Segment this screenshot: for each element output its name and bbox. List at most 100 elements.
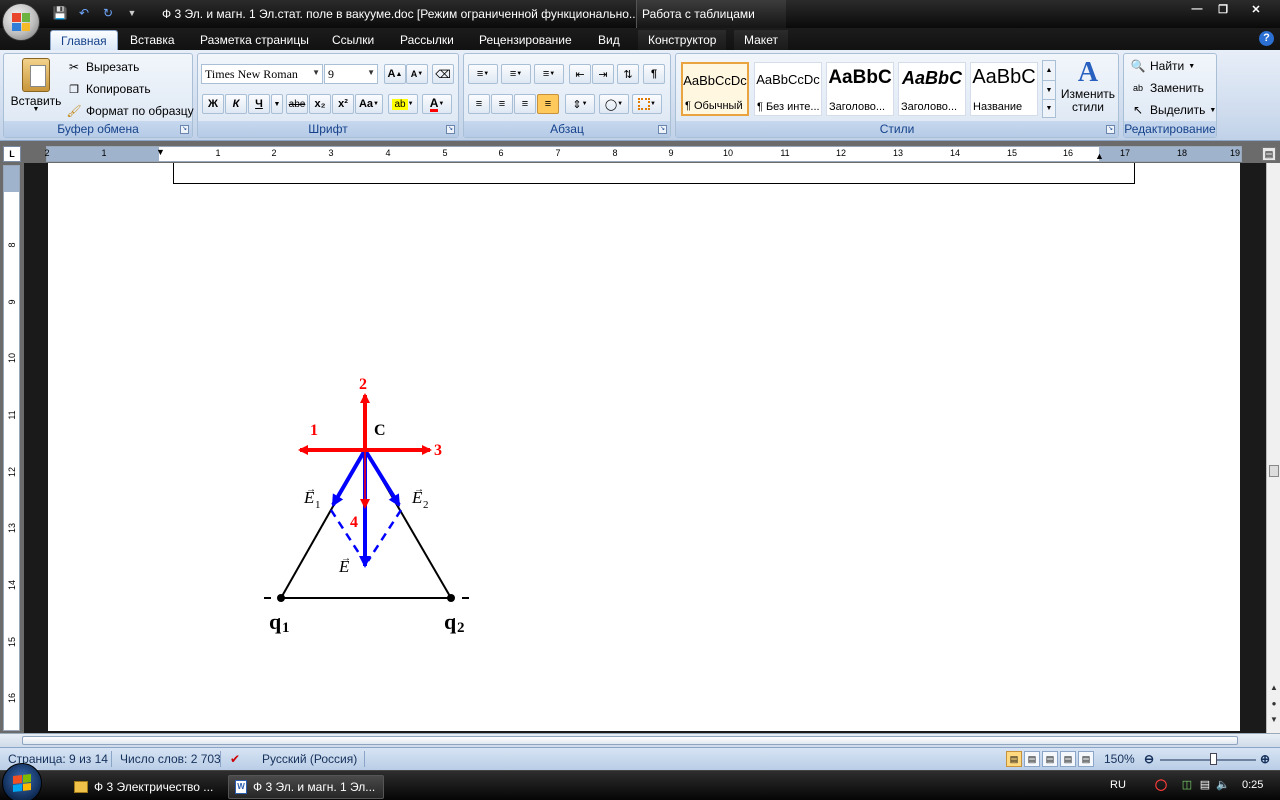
taskbar-item-word[interactable]: W Ф 3 Эл. и магн. 1 Эл... bbox=[228, 775, 384, 799]
style-no-spacing[interactable]: AaBbCcDc ¶ Без инте... bbox=[754, 62, 822, 116]
format-painter-button[interactable]: 🖌 Формат по образцу bbox=[66, 103, 193, 119]
next-page-icon[interactable]: ▼ bbox=[1269, 715, 1279, 725]
subscript-button[interactable]: x₂ bbox=[309, 94, 331, 114]
tab-insert[interactable]: Вставка bbox=[120, 30, 185, 50]
styles-gallery-scroll[interactable]: ▲ ▼ ▼ bbox=[1042, 60, 1056, 118]
font-color-button[interactable]: A ▼ bbox=[422, 94, 452, 114]
spelling-check-icon[interactable]: ✔ bbox=[230, 752, 240, 766]
multilevel-list-button[interactable]: ≡ ▼ bbox=[534, 64, 564, 84]
print-layout-view-button[interactable]: ▤ bbox=[1006, 751, 1022, 767]
change-case-button[interactable]: Aa ▼ bbox=[355, 94, 383, 114]
grow-font-button[interactable]: A ▲ bbox=[384, 64, 406, 84]
sort-button[interactable]: ⇅ bbox=[617, 64, 639, 84]
close-button[interactable]: ✕ bbox=[1236, 0, 1276, 18]
office-button[interactable] bbox=[2, 3, 40, 41]
taskbar-item-folder[interactable]: Ф 3 Электричество ... bbox=[68, 775, 224, 799]
start-button[interactable] bbox=[2, 763, 42, 800]
view-ruler-icon[interactable]: ▤ bbox=[1262, 147, 1276, 161]
word-count[interactable]: Число слов: 2 703 bbox=[120, 752, 221, 766]
line-spacing-button[interactable]: ⇕ ▼ bbox=[565, 94, 595, 114]
minimize-button[interactable]: — bbox=[1184, 0, 1210, 18]
numbering-button[interactable]: ≡ ▼ bbox=[501, 64, 531, 84]
paste-button[interactable]: Вставить ▼ bbox=[8, 58, 64, 113]
usb-icon[interactable]: ◫ bbox=[1180, 778, 1194, 792]
outline-view-button[interactable]: ▤ bbox=[1060, 751, 1076, 767]
zoom-out-icon[interactable]: ⊖ bbox=[1144, 752, 1154, 766]
input-language-indicator[interactable]: RU bbox=[1110, 779, 1126, 791]
horizontal-scrollbar[interactable] bbox=[0, 733, 1280, 747]
tab-mailings[interactable]: Рассылки bbox=[390, 30, 464, 50]
browse-object-icon[interactable]: ● bbox=[1269, 699, 1279, 709]
table-bottom-border[interactable] bbox=[173, 163, 1135, 184]
draft-view-button[interactable]: ▤ bbox=[1078, 751, 1094, 767]
prev-page-icon[interactable]: ▲ bbox=[1269, 683, 1279, 693]
help-icon[interactable]: ? bbox=[1259, 31, 1274, 46]
style-heading-2[interactable]: AaBbC Заголово... bbox=[898, 62, 966, 116]
vertical-scrollbar[interactable]: ▲ ● ▼ bbox=[1266, 163, 1280, 733]
undo-icon[interactable]: ↶ bbox=[76, 5, 92, 21]
underline-button[interactable]: Ч bbox=[248, 94, 270, 114]
tab-selector[interactable]: L bbox=[3, 146, 21, 162]
tab-layout[interactable]: Макет bbox=[734, 30, 788, 50]
zoom-slider[interactable] bbox=[1160, 759, 1256, 761]
clock[interactable]: 0:25 bbox=[1242, 779, 1263, 791]
antivirus-icon[interactable]: ◯ bbox=[1154, 778, 1168, 792]
more-styles-icon[interactable]: ▼ bbox=[1043, 99, 1055, 117]
redo-icon[interactable]: ↻ bbox=[100, 5, 116, 21]
font-size-combo[interactable]: 9 ▼ bbox=[324, 64, 378, 84]
save-icon[interactable]: 💾 bbox=[52, 5, 68, 21]
network-icon[interactable]: ▤ bbox=[1198, 778, 1212, 792]
tab-design[interactable]: Конструктор bbox=[638, 30, 727, 50]
chevron-down-icon[interactable]: ▼ bbox=[1043, 80, 1055, 99]
document-page[interactable]: 1 2 3 4 C → E 1 → E 2 → E q 1 q 2 bbox=[48, 163, 1240, 731]
bullets-button[interactable]: ≡ ▼ bbox=[468, 64, 498, 84]
underline-dropdown-icon[interactable]: ▼ bbox=[271, 94, 283, 114]
left-indent-marker[interactable]: ▼ bbox=[156, 147, 165, 157]
zoom-level[interactable]: 150% bbox=[1104, 752, 1135, 766]
copy-button[interactable]: ❐ Копировать bbox=[66, 81, 151, 97]
horizontal-ruler[interactable]: 2 1 1 2 3 4 5 6 7 8 9 10 11 12 13 14 15 … bbox=[44, 146, 1242, 162]
font-name-combo[interactable]: Times New Roman ▼ bbox=[201, 64, 323, 84]
styles-dialog-launcher[interactable]: ↘ bbox=[1106, 125, 1115, 134]
increase-indent-button[interactable]: ⇥ bbox=[592, 64, 614, 84]
change-styles-button[interactable]: A Изменить стили bbox=[1060, 58, 1116, 114]
highlight-button[interactable]: ab ▼ bbox=[388, 94, 418, 114]
replace-button[interactable]: ab Заменить bbox=[1130, 80, 1204, 96]
chevron-up-icon[interactable]: ▲ bbox=[1043, 61, 1055, 80]
paragraph-dialog-launcher[interactable]: ↘ bbox=[658, 125, 667, 134]
tab-references[interactable]: Ссылки bbox=[322, 30, 384, 50]
full-screen-reading-view-button[interactable]: ▤ bbox=[1024, 751, 1040, 767]
customize-qat-icon[interactable]: ▼ bbox=[124, 5, 140, 21]
align-center-button[interactable]: ≡ bbox=[491, 94, 513, 114]
tab-review[interactable]: Рецензирование bbox=[469, 30, 582, 50]
zoom-in-icon[interactable]: ⊕ bbox=[1260, 752, 1270, 766]
tab-page-layout[interactable]: Разметка страницы bbox=[190, 30, 319, 50]
italic-button[interactable]: К bbox=[225, 94, 247, 114]
web-layout-view-button[interactable]: ▤ bbox=[1042, 751, 1058, 767]
superscript-button[interactable]: x² bbox=[332, 94, 354, 114]
tab-home[interactable]: Главная bbox=[50, 30, 118, 50]
justify-button[interactable]: ≡ bbox=[537, 94, 559, 114]
language-indicator[interactable]: Русский (Россия) bbox=[262, 752, 357, 766]
zoom-slider-thumb[interactable] bbox=[1210, 753, 1217, 765]
vertical-ruler[interactable]: 8 9 10 11 12 13 14 15 16 bbox=[3, 165, 20, 731]
scroll-thumb[interactable] bbox=[1269, 465, 1279, 477]
shading-button[interactable]: ◯ ▼ bbox=[599, 94, 629, 114]
style-heading-1[interactable]: AaBbC Заголово... bbox=[826, 62, 894, 116]
decrease-indent-button[interactable]: ⇤ bbox=[569, 64, 591, 84]
strikethrough-button[interactable]: abe bbox=[286, 94, 308, 114]
select-button[interactable]: ↖ Выделить ▼ bbox=[1130, 102, 1216, 118]
tab-view[interactable]: Вид bbox=[588, 30, 630, 50]
volume-icon[interactable]: 🔈 bbox=[1216, 778, 1230, 792]
find-button[interactable]: 🔍 Найти ▼ bbox=[1130, 58, 1196, 74]
cut-button[interactable]: ✂ Вырезать bbox=[66, 59, 139, 75]
shrink-font-button[interactable]: A ▼ bbox=[406, 64, 428, 84]
style-title[interactable]: AaBbC Название bbox=[970, 62, 1038, 116]
style-normal[interactable]: AaBbCcDc ¶ Обычный bbox=[681, 62, 749, 116]
clipboard-dialog-launcher[interactable]: ↘ bbox=[180, 125, 189, 134]
clear-format-icon[interactable]: ⌫ bbox=[432, 64, 454, 84]
show-marks-button[interactable]: ¶ bbox=[643, 64, 665, 84]
right-indent-marker[interactable]: ▲ bbox=[1095, 151, 1104, 161]
borders-button[interactable]: ▼ bbox=[632, 94, 662, 114]
maximize-button[interactable]: ❐ bbox=[1210, 0, 1236, 18]
